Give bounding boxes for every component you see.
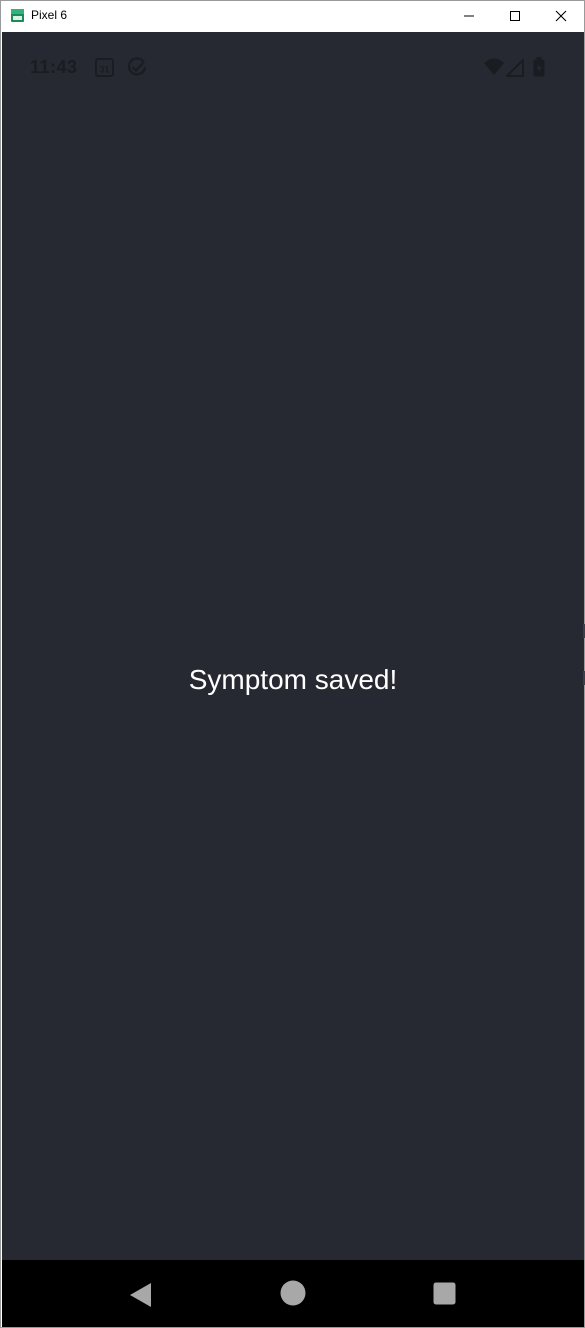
status-time: 11:43 <box>30 57 78 77</box>
wifi-icon <box>484 58 504 75</box>
check-circle-icon <box>127 57 147 76</box>
device-screen[interactable]: 11:43 31 Symptom saved! <box>2 32 585 1260</box>
back-icon[interactable] <box>128 1282 154 1308</box>
status-bar: 11:43 31 <box>2 32 584 102</box>
window-title: Pixel 6 <box>31 8 68 22</box>
title-bar[interactable]: Pixel 6 <box>1 1 584 31</box>
close-button[interactable] <box>538 1 584 31</box>
emulator-window: Pixel 6 11:43 31 Symptom saved! <box>0 0 585 1328</box>
calendar-day: 31 <box>99 65 109 75</box>
maximize-icon <box>510 11 520 21</box>
close-icon <box>555 10 567 22</box>
maximize-button[interactable] <box>492 1 538 31</box>
confirmation-message: Symptom saved! <box>188 664 398 695</box>
home-icon[interactable] <box>280 1280 306 1306</box>
calendar-icon: 31 <box>95 58 114 77</box>
recents-icon[interactable] <box>433 1282 456 1305</box>
minimize-icon <box>464 15 474 17</box>
cellular-signal-icon <box>506 59 524 77</box>
emulator-app-icon <box>11 9 24 22</box>
battery-icon <box>533 57 545 77</box>
navigation-bar <box>2 1260 584 1327</box>
minimize-button[interactable] <box>446 1 492 31</box>
